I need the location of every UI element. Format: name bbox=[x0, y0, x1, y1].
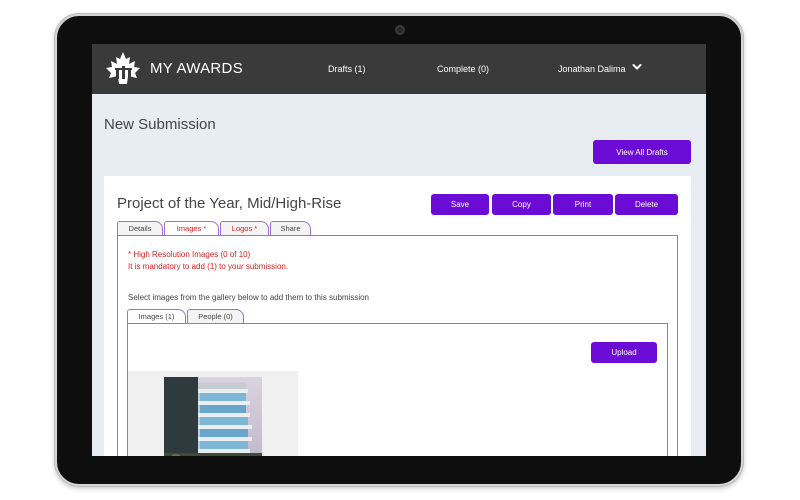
images-mandatory-warning: It is mandatory to add (1) to your submi… bbox=[128, 262, 289, 271]
images-tab-panel: * High Resolution Images (0 of 10) It is… bbox=[117, 235, 678, 456]
images-count-warning: * High Resolution Images (0 of 10) bbox=[128, 250, 251, 259]
chevron-down-icon[interactable] bbox=[632, 62, 642, 72]
delete-button[interactable]: Delete bbox=[615, 194, 678, 215]
submission-card: Project of the Year, Mid/High-Rise Save … bbox=[104, 176, 691, 456]
print-button[interactable]: Print bbox=[553, 194, 613, 215]
tablet-frame: MY AWARDS Drafts (1) Complete (0) Jonath… bbox=[55, 14, 743, 486]
app-screen: MY AWARDS Drafts (1) Complete (0) Jonath… bbox=[92, 44, 706, 456]
tab-images[interactable]: Images * bbox=[164, 221, 219, 235]
nav-complete-link[interactable]: Complete (0) bbox=[437, 64, 489, 74]
gallery-instructions: Select images from the gallery below to … bbox=[128, 293, 370, 302]
top-navigation-bar: MY AWARDS Drafts (1) Complete (0) Jonath… bbox=[92, 44, 706, 94]
save-button[interactable]: Save bbox=[431, 194, 489, 215]
gallery-panel: Upload bbox=[127, 323, 668, 456]
tab-share[interactable]: Share bbox=[270, 221, 311, 235]
copy-button[interactable]: Copy bbox=[492, 194, 551, 215]
user-menu-name[interactable]: Jonathan Dalima bbox=[558, 64, 626, 74]
gallery-image-item[interactable] bbox=[128, 371, 298, 456]
maple-leaf-logo-icon[interactable] bbox=[104, 51, 142, 87]
submission-title: Project of the Year, Mid/High-Rise bbox=[117, 195, 342, 212]
tab-logos[interactable]: Logos * bbox=[220, 221, 269, 235]
view-all-drafts-button[interactable]: View All Drafts bbox=[593, 140, 691, 164]
gallery-tab-people[interactable]: People (0) bbox=[187, 309, 244, 323]
building-photo-thumbnail[interactable] bbox=[164, 377, 262, 456]
nav-drafts-link[interactable]: Drafts (1) bbox=[328, 64, 366, 74]
upload-button[interactable]: Upload bbox=[591, 342, 657, 363]
tab-details[interactable]: Details bbox=[117, 221, 163, 235]
app-brand-name[interactable]: MY AWARDS bbox=[150, 60, 243, 77]
gallery-tab-images[interactable]: Images (1) bbox=[127, 309, 186, 323]
camera-lens bbox=[395, 25, 405, 35]
page-title: New Submission bbox=[104, 116, 216, 133]
